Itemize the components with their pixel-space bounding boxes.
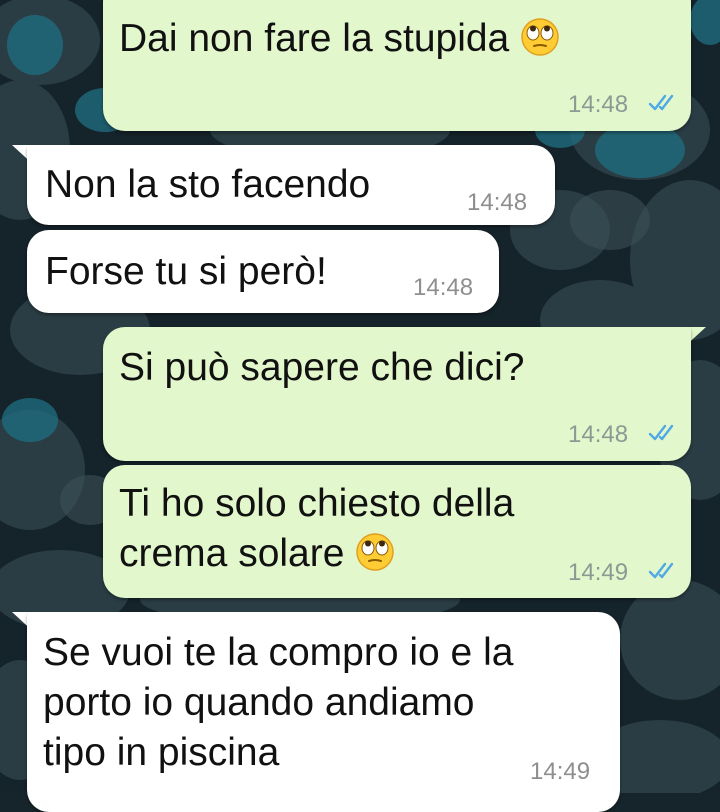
message-text-line: tipo in piscina: [43, 731, 280, 774]
message-timestamp: 14:48: [413, 274, 474, 301]
message-timestamp: 14:48: [568, 421, 629, 448]
face-with-rolling-eyes-emoji-icon: [521, 18, 559, 56]
message-bubble-outgoing[interactable]: Si può sapere che dici? 14:48: [103, 327, 691, 461]
double-check-read-icon: [648, 424, 674, 441]
message-timestamp: 14:48: [568, 91, 629, 118]
message-bubble-outgoing[interactable]: Dai non fare la stupida 14:48: [103, 0, 691, 131]
double-check-read-icon: [648, 562, 674, 579]
message-bubble-incoming[interactable]: Forse tu si però! 14:48: [27, 230, 499, 313]
message-timestamp: 14:49: [568, 559, 629, 586]
message-timestamp: 14:49: [530, 758, 591, 785]
message-text: Si può sapere che dici?: [119, 346, 525, 389]
message-timestamp: 14:48: [467, 189, 528, 216]
message-bubble-outgoing[interactable]: Ti ho solo chiesto della crema solare 14…: [103, 465, 691, 598]
message-bubble-incoming[interactable]: Non la sto facendo 14:48: [27, 145, 555, 225]
message-text-line: Se vuoi te la compro io e la: [43, 631, 514, 674]
message-bubble-incoming[interactable]: Se vuoi te la compro io e la porto io qu…: [27, 612, 620, 812]
double-check-read-icon: [648, 94, 674, 111]
message-text: Dai non fare la stupida: [119, 14, 560, 64]
message-text-line: Ti ho solo chiesto della: [119, 482, 515, 525]
face-with-rolling-eyes-emoji-icon: [356, 533, 395, 571]
message-text: crema solare: [119, 529, 395, 579]
message-text-line: porto io quando andiamo: [43, 681, 475, 724]
message-text: Non la sto facendo: [45, 163, 371, 206]
message-text: Forse tu si però!: [45, 250, 327, 293]
